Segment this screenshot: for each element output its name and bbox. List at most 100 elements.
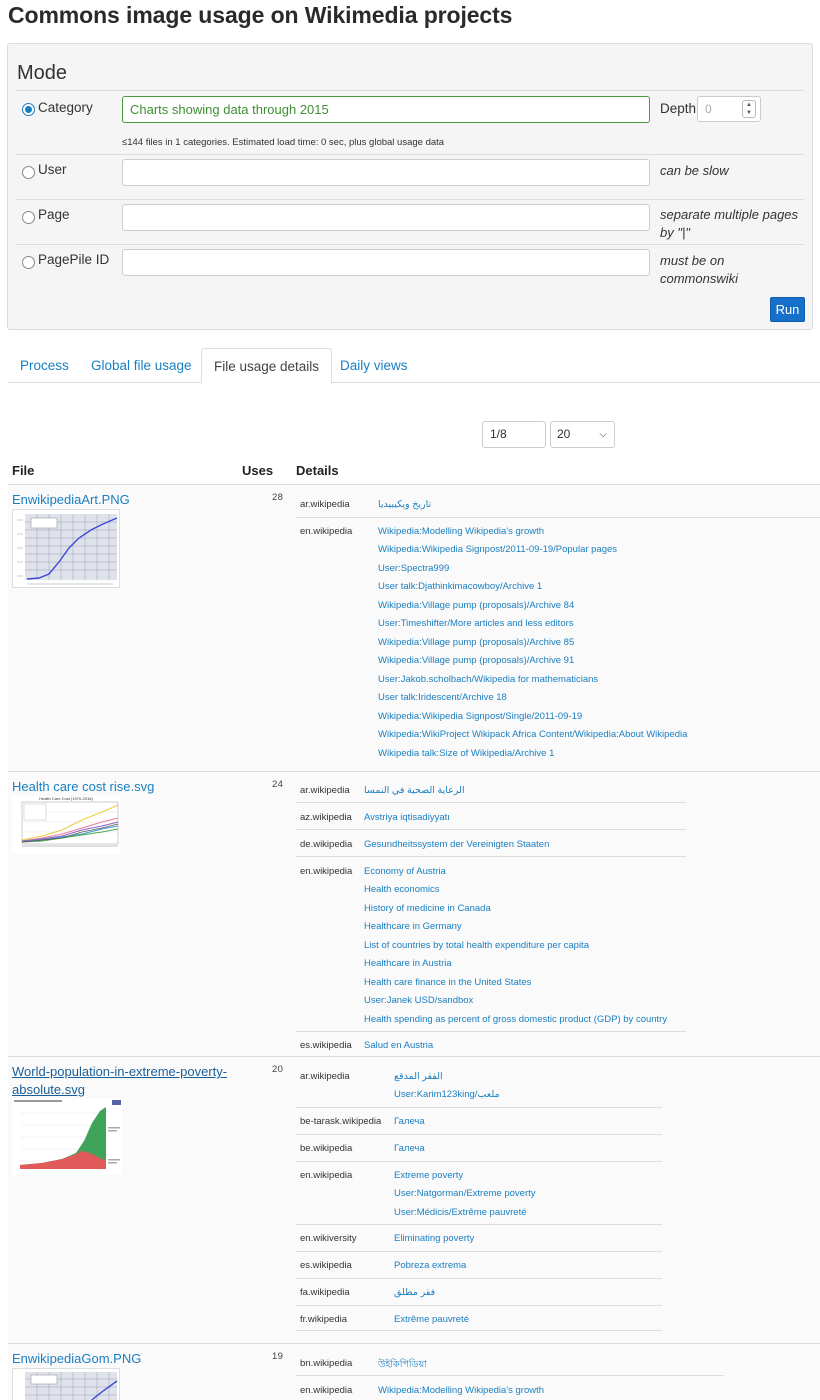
file-thumbnail[interactable]: Health Care Cost (1970-2016) bbox=[12, 796, 120, 854]
usage-link[interactable]: Wikipedia talk:Size of Wikipedia/Archive… bbox=[378, 748, 554, 759]
run-button[interactable]: Run bbox=[770, 297, 805, 322]
usage-link[interactable]: Wikipedia:Wikipedia Signpost/Single/2011… bbox=[378, 711, 582, 722]
uses-count: 19 bbox=[272, 1351, 284, 1362]
usage-link[interactable]: تاريخ ويكيبيديا bbox=[378, 499, 431, 510]
usage-group: ar.wikipedia الفقر المدقع User:Karim123k… bbox=[296, 1061, 662, 1107]
category-radio[interactable] bbox=[22, 103, 35, 116]
user-note: can be slow bbox=[660, 163, 729, 178]
usage-link[interactable]: Wikipedia:Village pump (proposals)/Archi… bbox=[378, 655, 574, 666]
usage-group: bn.wikipedia উইকিপিডিয়া bbox=[296, 1348, 724, 1375]
usage-link[interactable]: Pobreza extrema bbox=[394, 1260, 466, 1271]
page-input[interactable] bbox=[122, 204, 650, 231]
usage-link[interactable]: Salud en Austria bbox=[364, 1040, 433, 1051]
table-row: EnwikipediaArt.PNG 28 ar.wikipedia تاريخ… bbox=[8, 484, 820, 771]
user-label: User bbox=[38, 162, 67, 177]
usage-link[interactable]: User talk:Djathinkimacowboy/Archive 1 bbox=[378, 581, 542, 592]
page-note: separate multiple pages by "|" bbox=[660, 206, 798, 242]
wiki-name: en.wikipedia bbox=[300, 866, 353, 877]
usage-link[interactable]: Healthcare in Germany bbox=[364, 921, 462, 932]
usage-link[interactable]: Галеча bbox=[394, 1143, 425, 1154]
tab-file-usage-details[interactable]: File usage details bbox=[201, 348, 333, 384]
mode-row-pagepile: PagePile ID must be on commonswiki bbox=[16, 244, 804, 286]
depth-label: Depth bbox=[660, 101, 697, 116]
usage-group: ar.wikipedia تاريخ ويكيبيديا bbox=[296, 489, 820, 519]
pagepile-radio[interactable] bbox=[22, 256, 35, 269]
usage-link[interactable]: User talk:Iridescent/Archive 18 bbox=[378, 692, 507, 703]
file-link-line1: World-population-in-extreme-poverty- bbox=[12, 1064, 228, 1079]
usage-group: az.wikipedia Avstriya iqtisadiyyatı bbox=[296, 802, 686, 829]
usage-link[interactable]: Wikipedia:WikiProject Wikipack Africa Co… bbox=[378, 729, 687, 740]
page-radio[interactable] bbox=[22, 211, 35, 224]
usage-link[interactable]: Wikipedia:Village pump (proposals)/Archi… bbox=[378, 600, 574, 611]
usage-link[interactable]: History of medicine in Canada bbox=[364, 903, 491, 914]
category-input[interactable]: Charts showing data through 2015 bbox=[122, 96, 650, 123]
uses-count: 28 bbox=[272, 492, 284, 503]
wiki-name: ar.wikipedia bbox=[300, 1071, 350, 1082]
usage-link[interactable]: Wikipedia:Modelling Wikipedia's growth bbox=[378, 1385, 544, 1396]
usage-link[interactable]: User:Karim123king/ملعب bbox=[394, 1089, 500, 1100]
usage-group: fa.wikipedia فقر مطلق bbox=[296, 1278, 662, 1305]
usage-group: de.wikipedia Gesundheitssystem der Verei… bbox=[296, 829, 686, 856]
user-radio[interactable] bbox=[22, 166, 35, 179]
mode-row-category: Category Charts showing data through 201… bbox=[16, 90, 804, 154]
usage-link[interactable]: Wikipedia:Wikipedia Signpost/2011-09-19/… bbox=[378, 544, 617, 555]
usage-link[interactable]: User:Spectra999 bbox=[378, 563, 449, 574]
usage-link[interactable]: User:Médicis/Extrême pauvreté bbox=[394, 1207, 527, 1218]
usage-link[interactable]: Gesundheitssystem der Vereinigten Staate… bbox=[364, 839, 549, 850]
usage-link[interactable]: Health care finance in the United States bbox=[364, 977, 531, 988]
file-link[interactable]: EnwikipediaGom.PNG bbox=[12, 1350, 141, 1368]
file-link[interactable]: World-population-in-extreme-poverty-abso… bbox=[12, 1063, 227, 1099]
usage-link[interactable]: الفقر المدقع bbox=[394, 1071, 443, 1082]
thumb-title: Health Care Cost (1970-2016) bbox=[39, 796, 93, 801]
usage-link[interactable]: Economy of Austria bbox=[364, 866, 446, 877]
user-input[interactable] bbox=[122, 159, 650, 186]
wiki-name: ar.wikipedia bbox=[300, 499, 350, 510]
file-thumbnail[interactable] bbox=[12, 509, 120, 588]
file-link[interactable]: Health care cost rise.svg bbox=[12, 778, 154, 796]
category-label: Category bbox=[38, 100, 93, 115]
page-number-input[interactable]: 1/8 bbox=[482, 421, 546, 448]
wiki-name: be-tarask.wikipedia bbox=[300, 1116, 382, 1127]
usage-link[interactable]: Eliminating poverty bbox=[394, 1233, 474, 1244]
usage-link[interactable]: Галеча bbox=[394, 1116, 425, 1127]
usage-link[interactable]: Extreme poverty bbox=[394, 1170, 463, 1181]
poverty-chart-thumbnail bbox=[12, 1099, 122, 1175]
file-thumbnail[interactable] bbox=[12, 1368, 120, 1400]
per-page-select[interactable]: 20 ⌵ bbox=[550, 421, 615, 448]
usage-link[interactable]: Extrême pauvreté bbox=[394, 1314, 469, 1325]
usage-link[interactable]: List of countries by total health expend… bbox=[364, 940, 589, 951]
usage-link[interactable]: উইকিপিডিয়া bbox=[378, 1358, 427, 1373]
usage-group: en.wikiversity Eliminating poverty bbox=[296, 1224, 662, 1251]
usage-link[interactable]: User:Timeshifter/More articles and less … bbox=[378, 618, 574, 629]
usage-link[interactable]: الرعاية الصحية في النمسا bbox=[364, 785, 465, 796]
usage-link[interactable]: User:Jakob.scholbach/Wikipedia for mathe… bbox=[378, 674, 598, 685]
tab-process[interactable]: Process bbox=[8, 348, 81, 383]
usage-link[interactable]: Health spending as percent of gross dome… bbox=[364, 1014, 667, 1025]
usage-group: en.wikipedia Economy of Austria Health e… bbox=[296, 856, 686, 1031]
mode-panel: Mode Category Charts showing data throug… bbox=[7, 43, 813, 330]
wiki-name: en.wikiversity bbox=[300, 1233, 357, 1244]
tab-global-file-usage[interactable]: Global file usage bbox=[79, 348, 204, 383]
header-details: Details bbox=[296, 463, 339, 478]
usage-link[interactable]: Avstriya iqtisadiyyatı bbox=[364, 812, 450, 823]
depth-input[interactable]: 0 ▲ ▼ bbox=[697, 96, 761, 122]
wiki-name: be.wikipedia bbox=[300, 1143, 353, 1154]
file-link[interactable]: EnwikipediaArt.PNG bbox=[12, 491, 130, 509]
growth-chart-thumbnail bbox=[13, 510, 119, 587]
table-row: World-population-in-extreme-poverty-abso… bbox=[8, 1056, 820, 1343]
pagepile-input[interactable] bbox=[122, 249, 650, 276]
tab-bar: Process Global file usage File usage det… bbox=[8, 348, 820, 384]
wiki-name: en.wikipedia bbox=[300, 1385, 353, 1396]
usage-link[interactable]: User:Janek USD/sandbox bbox=[364, 995, 473, 1006]
wiki-name: az.wikipedia bbox=[300, 812, 352, 823]
usage-link[interactable]: Wikipedia:Modelling Wikipedia's growth bbox=[378, 526, 544, 537]
stepper-icon[interactable]: ▲ ▼ bbox=[742, 100, 756, 118]
usage-link[interactable]: User:Natgorman/Extreme poverty bbox=[394, 1188, 536, 1199]
file-thumbnail[interactable] bbox=[12, 1099, 122, 1175]
file-link-line2: absolute.svg bbox=[12, 1082, 85, 1097]
usage-link[interactable]: Healthcare in Austria bbox=[364, 958, 452, 969]
tab-daily-views[interactable]: Daily views bbox=[328, 348, 420, 383]
usage-link[interactable]: Wikipedia:Village pump (proposals)/Archi… bbox=[378, 637, 574, 648]
usage-link[interactable]: Health economics bbox=[364, 884, 440, 895]
usage-link[interactable]: فقر مطلق bbox=[394, 1287, 435, 1298]
